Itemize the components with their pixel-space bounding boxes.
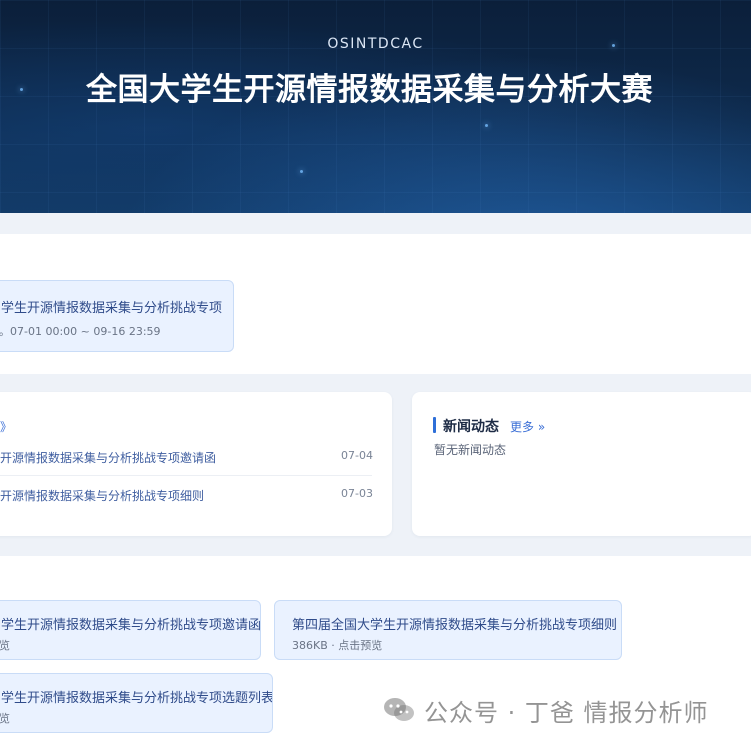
news-title-accent-bar — [433, 417, 436, 433]
notice-divider — [0, 475, 372, 476]
news-panel: 新闻动态 更多 » 暂无新闻动态 — [412, 392, 751, 536]
attachment-meta: 览 — [0, 712, 10, 725]
hero-glow-dot — [20, 88, 23, 91]
notice-item-date: 07-04 — [341, 449, 373, 462]
notice-item-date: 07-03 — [341, 487, 373, 500]
attachment-meta: 386KB · 点击预览 — [292, 639, 383, 652]
notices-panel: 》 开源情报数据采集与分析挑战专项邀请函 07-04 开源情报数据采集与分析挑战… — [0, 392, 392, 536]
hero-title: 全国大学生开源情报数据采集与分析大赛 — [86, 72, 653, 108]
news-empty-text: 暂无新闻动态 — [434, 443, 507, 457]
attachment-card[interactable]: 学生开源情报数据采集与分析挑战专项选题列表 览 — [0, 673, 273, 733]
track-card-title: 学生开源情报数据采集与分析挑战专项 — [1, 301, 223, 316]
hero-glow-dot — [485, 124, 488, 127]
track-card[interactable]: 学生开源情报数据采集与分析挑战专项 。07-01 00:00 ~ 09-16 2… — [0, 280, 234, 352]
news-title: 新闻动态 — [443, 419, 499, 435]
attachment-card[interactable]: 第四届全国大学生开源情报数据采集与分析挑战专项细则 386KB · 点击预览 — [274, 600, 622, 660]
track-card-time: 。07-01 00:00 ~ 09-16 23:59 — [0, 325, 161, 338]
notice-item-title[interactable]: 开源情报数据采集与分析挑战专项邀请函 — [0, 449, 216, 466]
track-section: 学生开源情报数据采集与分析挑战专项 。07-01 00:00 ~ 09-16 2… — [0, 234, 751, 374]
hero-banner: OSINTDCAC 全国大学生开源情报数据采集与分析大赛 — [0, 0, 751, 213]
notice-item-title[interactable]: 开源情报数据采集与分析挑战专项细则 — [0, 487, 204, 504]
wechat-icon — [384, 698, 414, 721]
attachment-title: 学生开源情报数据采集与分析挑战专项选题列表 — [1, 691, 273, 706]
news-more-link[interactable]: 更多 » — [510, 418, 545, 435]
notices-more-link[interactable]: 》 — [0, 418, 12, 435]
watermark-text: 公众号 · 丁爸 情报分析师 — [424, 698, 709, 727]
page: OSINTDCAC 全国大学生开源情报数据采集与分析大赛 学生开源情报数据采集与… — [0, 0, 751, 751]
attachment-meta: 览 — [0, 639, 10, 652]
hero-glow-dot — [300, 170, 303, 173]
hero-subtitle: OSINTDCAC — [327, 36, 424, 52]
attachment-title: 第四届全国大学生开源情报数据采集与分析挑战专项细则 — [292, 618, 618, 633]
attachment-card[interactable]: 学生开源情报数据采集与分析挑战专项邀请函 览 — [0, 600, 261, 660]
attachment-title: 学生开源情报数据采集与分析挑战专项邀请函 — [1, 618, 261, 633]
watermark: 公众号 · 丁爸 情报分析师 — [382, 690, 709, 730]
